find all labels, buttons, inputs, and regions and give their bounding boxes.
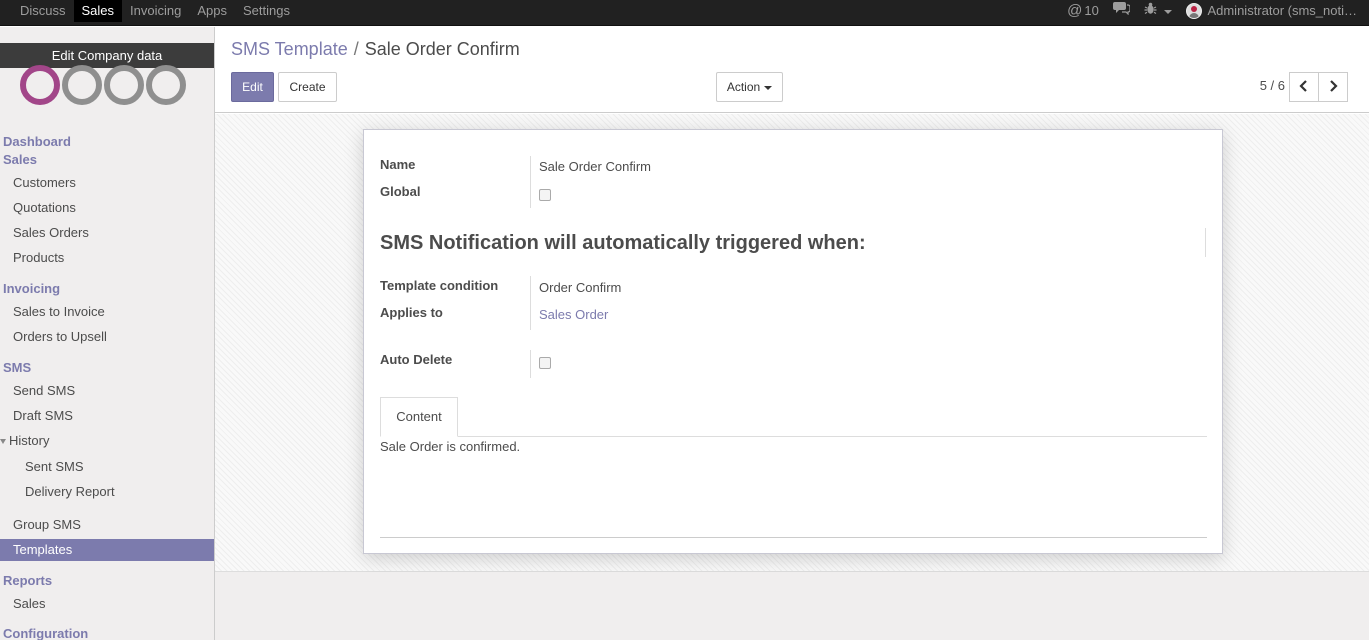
control-panel: SMS Template / Sale Order Confirm Edit Cre… <box>215 27 1369 113</box>
section-heading: SMS Notification will automatically trig… <box>380 232 866 254</box>
user-label: Administrator (sms_noti… <box>1207 3 1357 18</box>
systray: @ 10 Administrator (sms_noti… <box>1053 0 1357 22</box>
content-divider <box>380 537 1207 538</box>
sidebar-section-configuration[interactable]: Configuration <box>3 626 88 640</box>
chevron-down-icon <box>764 85 773 90</box>
tab-content[interactable]: Content <box>380 397 458 437</box>
sidebar-item-sales-orders[interactable]: Sales Orders <box>0 222 214 244</box>
sidebar-section-sms[interactable]: SMS <box>3 360 31 375</box>
sidebar-item-history-label: History <box>9 433 50 448</box>
breadcrumb: SMS Template / Sale Order Confirm <box>231 39 520 60</box>
breadcrumb-parent-link[interactable]: SMS Template <box>231 39 348 59</box>
debug-menu[interactable] <box>1144 0 1173 22</box>
page-title: Sale Order Confirm <box>364 39 520 59</box>
page-footer-area <box>215 572 1369 640</box>
pager-next-button[interactable] <box>1318 72 1348 102</box>
app-discuss[interactable]: Discuss <box>12 0 74 22</box>
app-menu: Discuss Sales Invoicing Apps Settings <box>12 0 298 22</box>
applies-to-link[interactable]: Sales Order <box>539 307 608 322</box>
app-invoicing[interactable]: Invoicing <box>122 0 189 22</box>
user-menu[interactable]: Administrator (sms_noti… <box>1186 0 1357 22</box>
mention-count: 10 <box>1084 3 1099 18</box>
name-label: Name <box>380 157 416 172</box>
sidebar-item-history[interactable]: History <box>0 430 214 452</box>
field-separator <box>530 156 531 208</box>
chevron-right-icon <box>1328 79 1338 95</box>
sidebar-item-sent-sms[interactable]: Sent SMS <box>0 456 214 478</box>
sidebar-item-orders-to-upsell[interactable]: Orders to Upsell <box>0 326 214 348</box>
top-navbar: Discuss Sales Invoicing Apps Settings @ … <box>0 0 1369 26</box>
sidebar-dashboard[interactable]: Dashboard <box>3 134 71 149</box>
sidebar-item-delivery-report[interactable]: Delivery Report <box>0 481 214 503</box>
app-sales[interactable]: Sales <box>73 0 123 22</box>
form-view: Name Sale Order Confirm Global SMS Notif… <box>215 114 1369 572</box>
sidebar-item-draft-sms[interactable]: Draft SMS <box>0 405 214 427</box>
tab-divider <box>380 436 1207 437</box>
sidebar-item-quotations[interactable]: Quotations <box>0 197 214 219</box>
sidebar-section-sales[interactable]: Sales <box>3 152 37 167</box>
auto-delete-checkbox[interactable] <box>539 357 551 369</box>
global-label: Global <box>380 184 421 199</box>
bug-icon <box>1144 2 1161 18</box>
avatar <box>1186 3 1203 19</box>
app-settings[interactable]: Settings <box>235 0 298 22</box>
sidebar-item-send-sms[interactable]: Send SMS <box>0 380 214 402</box>
global-checkbox[interactable] <box>539 189 551 201</box>
sidebar-section-reports[interactable]: Reports <box>3 573 52 588</box>
sidebar: Edit Company data Dashboard Sales Custom… <box>0 27 215 640</box>
sidebar-item-group-sms[interactable]: Group SMS <box>0 514 214 536</box>
sidebar-section-invoicing[interactable]: Invoicing <box>3 281 60 296</box>
sidebar-item-reports-sales[interactable]: Sales <box>0 593 214 615</box>
form-sheet: Name Sale Order Confirm Global SMS Notif… <box>363 129 1223 554</box>
action-dropdown[interactable]: Action <box>716 72 783 102</box>
company-logo <box>20 65 190 105</box>
pager-value[interactable]: 5 / 6 <box>1260 78 1285 93</box>
template-condition-field[interactable]: Order Confirm <box>539 280 621 295</box>
sidebar-item-templates[interactable]: Templates <box>0 539 214 561</box>
template-condition-label: Template condition <box>380 278 499 293</box>
create-button[interactable]: Create <box>278 72 337 102</box>
action-dropdown-label: Action <box>726 80 761 94</box>
mentions-button[interactable]: @ 10 <box>1067 0 1099 22</box>
sidebar-item-sales-to-invoice[interactable]: Sales to Invoice <box>0 301 214 323</box>
field-separator <box>530 350 531 378</box>
at-icon: @ <box>1067 2 1083 19</box>
triangle-down-icon <box>0 439 6 445</box>
edit-button[interactable]: Edit <box>231 72 274 102</box>
chevron-down-icon <box>1164 9 1173 14</box>
app-apps[interactable]: Apps <box>189 0 235 22</box>
auto-delete-label: Auto Delete <box>380 352 453 367</box>
heading-separator <box>1205 228 1206 257</box>
chevron-left-icon <box>1299 79 1309 95</box>
content-text[interactable]: Sale Order is confirmed. <box>380 439 520 454</box>
sidebar-item-products[interactable]: Products <box>0 247 214 269</box>
name-field[interactable]: Sale Order Confirm <box>539 159 651 174</box>
sidebar-item-customers[interactable]: Customers <box>0 172 214 194</box>
applies-to-label: Applies to <box>380 305 443 320</box>
field-separator <box>530 276 531 330</box>
breadcrumb-separator: / <box>353 39 359 59</box>
messages-icon[interactable] <box>1112 0 1131 22</box>
pager-previous-button[interactable] <box>1289 72 1319 102</box>
